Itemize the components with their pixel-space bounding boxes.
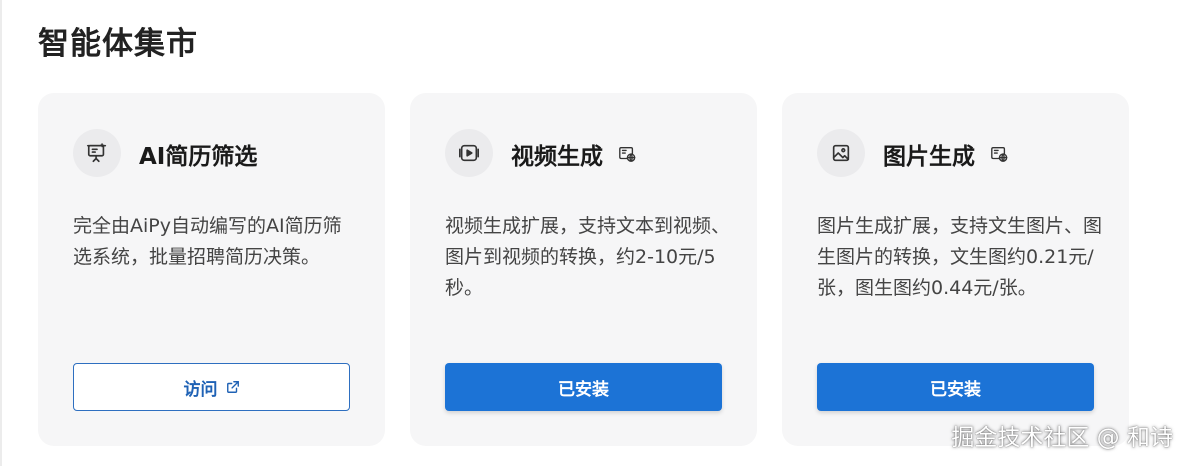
visit-button-label: 访问 [183,379,218,399]
card-title: AI简历筛选 [139,137,257,171]
card-title: 图片生成 [883,137,1009,171]
web-app-icon [617,144,637,164]
watermark: 掘金技术社区 @ 和诗 [951,425,1173,451]
card-description: 图片生成扩展，支持文生图片、图生图片的转换，文生图约0.21元/张，图生图约0.… [817,215,1103,299]
visit-button[interactable]: 访问 [73,363,350,411]
agent-card-video-gen: 视频生成 视频生成扩展，支持文本到视频、图片到视频的转换，约2-10元/5秒。 … [410,93,757,446]
card-title-text: 图片生成 [883,144,975,170]
page-title: 智能体集市 [38,26,198,62]
installed-button[interactable]: 已安装 [817,363,1094,411]
left-edge-divider [0,0,2,466]
page: 智能体集市 AI简历筛选 完全由AiPy自动编写的AI简历筛选系统，批量招聘简历… [0,0,1185,466]
card-title: 视频生成 [511,137,637,171]
presentation-ai-icon [73,129,121,177]
web-app-icon [989,144,1009,164]
external-link-icon [226,380,240,394]
video-play-icon [445,129,493,177]
card-description: 完全由AiPy自动编写的AI简历筛选系统，批量招聘简历决策。 [73,215,342,268]
agent-card-image-gen: 图片生成 图片生成扩展，支持文生图片、图生图片的转换，文生图约0.21元/张，图… [782,93,1129,446]
agent-card-ai-resume: AI简历筛选 完全由AiPy自动编写的AI简历筛选系统，批量招聘简历决策。 访问 [38,93,385,446]
card-description: 视频生成扩展，支持文本到视频、图片到视频的转换，约2-10元/5秒。 [445,215,731,299]
installed-button[interactable]: 已安装 [445,363,722,411]
image-icon [817,129,865,177]
card-title-text: AI简历筛选 [139,144,258,170]
card-title-text: 视频生成 [511,144,603,170]
